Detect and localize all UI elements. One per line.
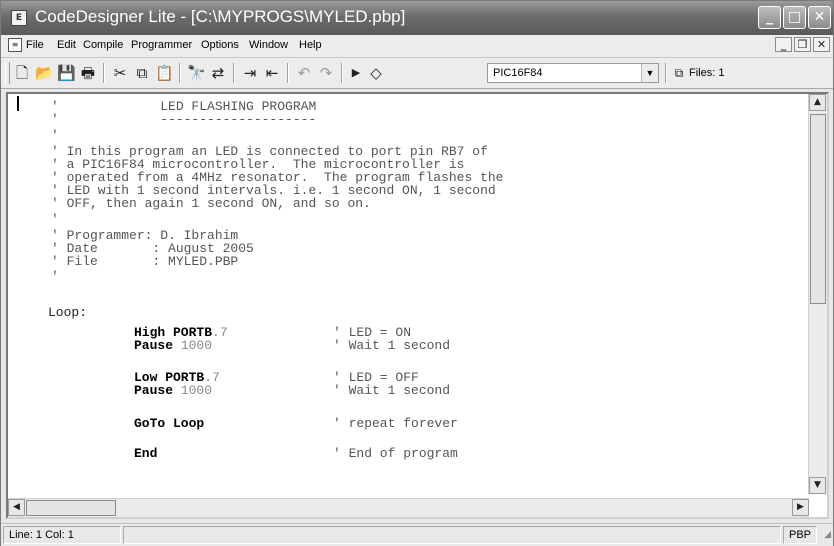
paste-icon[interactable]: 📋	[155, 63, 174, 83]
code-line: ' OFF, then again 1 second ON, and so on…	[51, 196, 371, 211]
toolbar-separator	[665, 63, 667, 83]
statement-line: End	[134, 447, 157, 460]
code-comment: ' End of program	[333, 446, 458, 461]
undo-icon[interactable]: ↶	[295, 63, 313, 83]
code-line: '	[51, 128, 59, 143]
code-comment: ' Wait 1 second	[333, 383, 451, 398]
toolbar-separator	[233, 63, 235, 83]
statement-keyword: GoTo Loop	[134, 416, 205, 431]
code-line: ' File : MYLED.PBP	[51, 254, 239, 269]
statement-keyword: Pause	[134, 338, 174, 353]
doc-close-button[interactable]: ✕	[813, 37, 830, 52]
toolbar-separator	[287, 63, 289, 83]
loop-label: Loop:	[48, 305, 88, 320]
menu-help[interactable]: Help	[299, 39, 322, 51]
statement-arg: .7	[212, 325, 228, 340]
menu-options[interactable]: Options	[201, 39, 239, 51]
app-icon[interactable]: E	[11, 10, 27, 26]
document-icon[interactable]: ≡	[8, 38, 22, 52]
cursor-position: Line: 1 Col: 1	[3, 526, 121, 544]
window-title: CodeDesigner Lite - [C:\MYPROGS\MYLED.pb…	[35, 7, 406, 26]
menu-edit[interactable]: Edit	[57, 39, 76, 51]
doc-restore-button[interactable]: ❐	[794, 37, 811, 52]
copy-icon[interactable]: ⧉	[133, 63, 151, 83]
statement-arg: 1000	[173, 338, 213, 353]
scroll-down-icon[interactable]: ▼	[809, 477, 826, 494]
menu-compile[interactable]: Compile	[83, 39, 123, 51]
code-line: ' --------------------	[51, 112, 317, 127]
cut-icon[interactable]: ✂	[111, 63, 129, 83]
code-comment: ' Wait 1 second	[333, 338, 451, 353]
statement-line: Pause 1000	[134, 384, 212, 397]
program-chip-icon[interactable]: ◇	[367, 63, 385, 83]
device-select-value: PIC16F84	[493, 67, 543, 79]
menu-bar: ≡ File Edit Compile Programmer Options W…	[1, 35, 833, 58]
scroll-up-icon[interactable]: ▲	[809, 94, 826, 111]
maximize-button[interactable]: □	[783, 6, 806, 29]
files-label[interactable]: Files: 1	[689, 67, 724, 79]
code-line: '	[51, 269, 59, 284]
toolbar-separator	[103, 63, 105, 83]
print-icon[interactable]: 🖶	[79, 63, 97, 83]
outdent-icon[interactable]: ⇤	[263, 63, 281, 83]
toolbar: 🗋 📂 💾 🖶 ✂ ⧉ 📋 🔭 ⇄ ⇥ ⇤ ↶ ↷ ▶ ◇ PIC16F84 ▼…	[1, 58, 833, 89]
statement-arg: 1000	[173, 383, 213, 398]
menu-file[interactable]: File	[26, 39, 44, 51]
chevron-down-icon[interactable]: ▼	[641, 64, 658, 82]
open-folder-icon[interactable]: 📂	[35, 63, 54, 83]
statement-line: Pause 1000	[134, 339, 212, 352]
scroll-left-icon[interactable]: ◀	[8, 499, 25, 516]
minimize-button[interactable]: _	[758, 6, 781, 29]
app-window: E CodeDesigner Lite - [C:\MYPROGS\MYLED.…	[0, 0, 834, 546]
toolbar-separator	[179, 63, 181, 83]
toolbar-separator	[341, 63, 343, 83]
code-area[interactable]: ' LED FLASHING PROGRAM ' ---------------…	[8, 94, 808, 494]
vertical-scroll-thumb[interactable]	[810, 114, 826, 304]
vertical-scrollbar[interactable]: ▲ ▼	[808, 94, 827, 494]
compile-run-icon[interactable]: ▶	[349, 63, 363, 83]
menu-window[interactable]: Window	[249, 39, 288, 51]
horizontal-scroll-thumb[interactable]	[26, 500, 116, 516]
status-message	[123, 526, 781, 544]
code-comment: ' repeat forever	[333, 416, 458, 431]
indent-icon[interactable]: ⇥	[241, 63, 259, 83]
horizontal-scrollbar[interactable]: ◀ ▶	[8, 498, 809, 517]
files-icon[interactable]: ⧉	[671, 63, 687, 83]
scroll-right-icon[interactable]: ▶	[792, 499, 809, 516]
language-mode: PBP	[783, 526, 817, 544]
replace-icon[interactable]: ⇄	[209, 63, 227, 83]
redo-icon[interactable]: ↷	[317, 63, 335, 83]
statement-line: GoTo Loop	[134, 417, 204, 430]
save-icon[interactable]: 💾	[57, 63, 76, 83]
status-bar: Line: 1 Col: 1 PBP ◢	[1, 523, 833, 546]
close-button[interactable]: ✕	[808, 6, 831, 29]
title-bar[interactable]: E CodeDesigner Lite - [C:\MYPROGS\MYLED.…	[1, 1, 833, 35]
text-cursor	[17, 96, 19, 111]
menu-programmer[interactable]: Programmer	[131, 39, 192, 51]
code-line: '	[51, 212, 59, 227]
doc-minimize-button[interactable]: _	[775, 37, 792, 52]
new-file-icon[interactable]: 🗋	[13, 63, 31, 83]
statement-keyword: End	[134, 446, 158, 461]
statement-keyword: Pause	[134, 383, 174, 398]
code-editor[interactable]: ' LED FLASHING PROGRAM ' ---------------…	[6, 92, 829, 519]
device-select[interactable]: PIC16F84 ▼	[487, 63, 659, 83]
find-icon[interactable]: 🔭	[187, 63, 206, 83]
resize-grip-icon[interactable]: ◢	[824, 530, 831, 540]
toolbar-grip[interactable]	[5, 62, 10, 84]
